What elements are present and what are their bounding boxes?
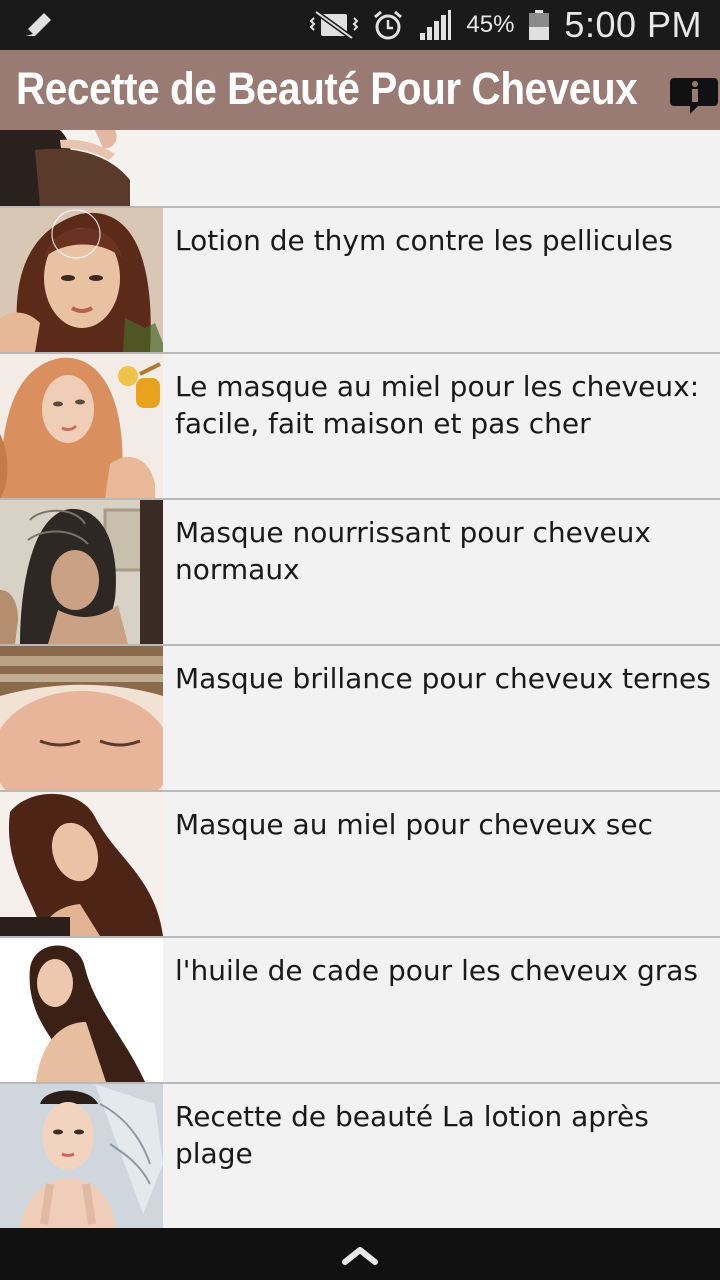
info-icon[interactable] xyxy=(670,70,720,120)
battery-percent: 45% xyxy=(466,11,515,38)
list-item-label: Le masque au miel pour les cheveux: faci… xyxy=(175,370,700,440)
list-item[interactable] xyxy=(0,130,720,208)
list-item-label: Masque brillance pour cheveux ternes xyxy=(175,662,711,695)
list-item-label: Recette de beauté La lotion après plage xyxy=(175,1100,649,1170)
pencil-icon xyxy=(26,13,51,36)
alarm-icon xyxy=(374,10,403,40)
chevron-up-icon[interactable] xyxy=(340,1240,380,1268)
clock: 5:00 PM xyxy=(564,4,702,45)
list-item-thumbnail xyxy=(0,938,163,1082)
app-header: Recette de Beauté Pour Cheveux xyxy=(0,50,720,130)
list-item-thumbnail xyxy=(0,354,163,498)
signal-icon xyxy=(420,10,452,40)
list-item-thumbnail xyxy=(0,1084,163,1228)
list-item-thumbnail xyxy=(0,792,163,936)
list-item-label: Lotion de thym contre les pellicules xyxy=(175,224,673,257)
list-item[interactable]: Lotion de thym contre les pellicules xyxy=(0,208,720,354)
list-item[interactable]: Masque nourrissant pour cheveux normaux xyxy=(0,500,720,646)
list-item[interactable]: Masque au miel pour cheveux sec xyxy=(0,792,720,938)
recipe-list: Lotion de thym contre les pellicules Le … xyxy=(0,130,720,1228)
list-item[interactable]: Masque brillance pour cheveux ternes xyxy=(0,646,720,792)
status-bar: 45% 5:00 PM xyxy=(0,0,720,50)
list-item-thumbnail xyxy=(0,646,163,790)
list-item-thumbnail xyxy=(0,208,163,352)
bottom-nav-bar xyxy=(0,1228,720,1280)
list-item-label: Masque au miel pour cheveux sec xyxy=(175,808,653,841)
list-item-label: Masque nourrissant pour cheveux normaux xyxy=(175,516,651,586)
list-item-thumbnail xyxy=(0,130,163,206)
list-item[interactable]: Le masque au miel pour les cheveux: faci… xyxy=(0,354,720,500)
list-item[interactable]: l'huile de cade pour les cheveux gras xyxy=(0,938,720,1084)
list-item[interactable]: Recette de beauté La lotion après plage xyxy=(0,1084,720,1228)
app-title: Recette de Beauté Pour Cheveux xyxy=(16,63,638,114)
list-item-label: l'huile de cade pour les cheveux gras xyxy=(175,954,698,987)
list-item-thumbnail xyxy=(0,500,163,644)
battery-icon xyxy=(529,10,550,40)
vibrate-mute-icon xyxy=(310,10,359,40)
